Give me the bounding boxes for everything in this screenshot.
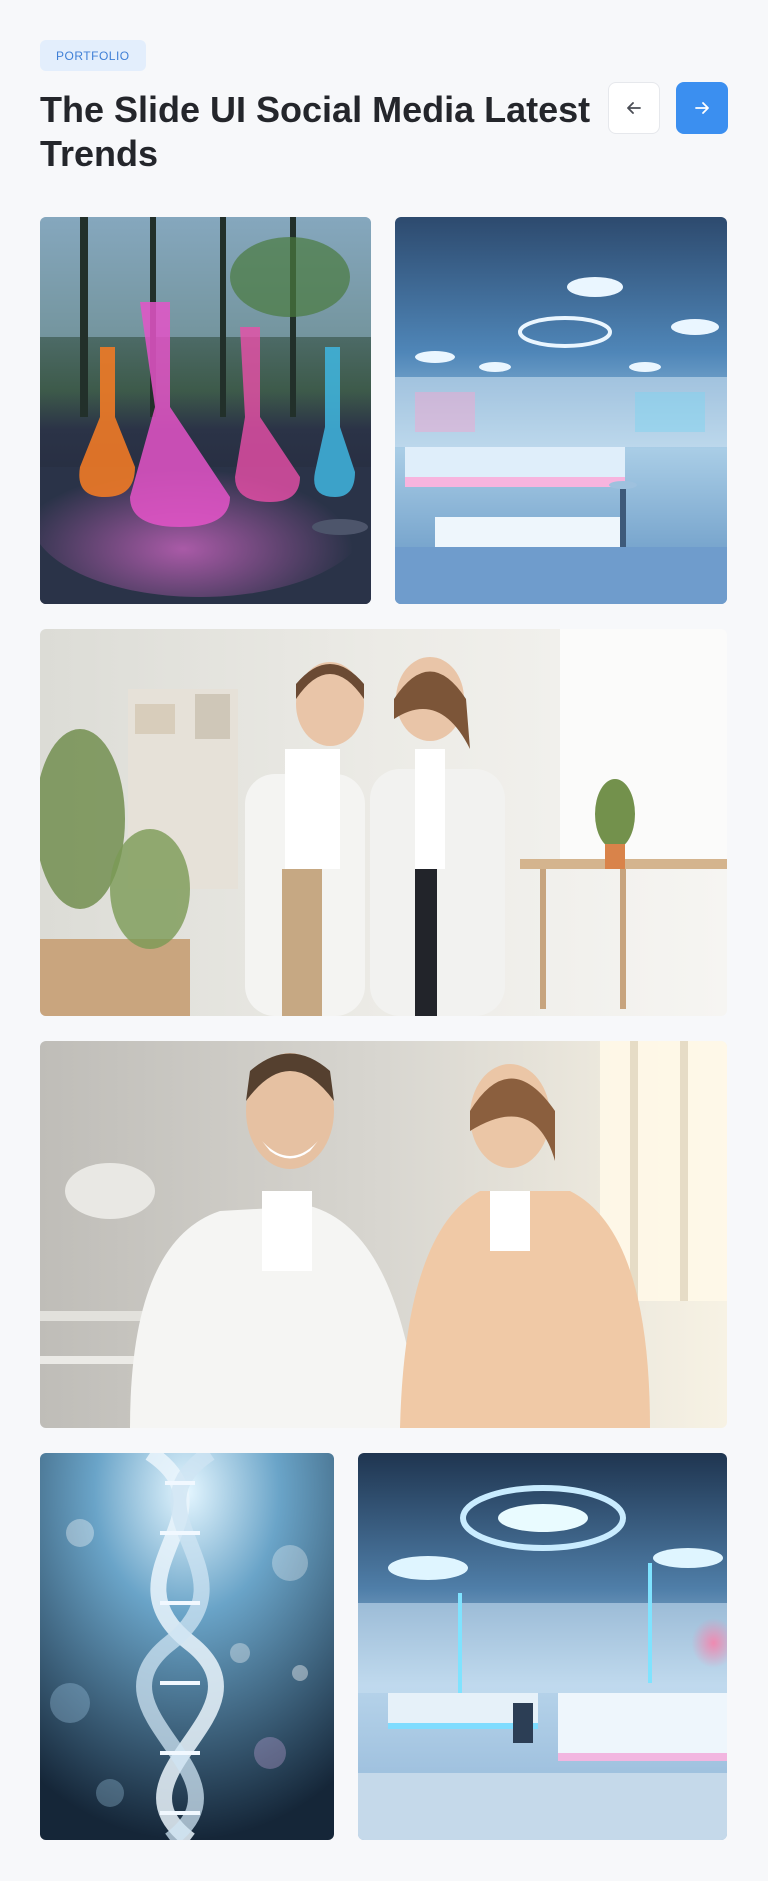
- lab-flasks-image[interactable]: [40, 217, 371, 604]
- portfolio-badge: PORTFOLIO: [40, 40, 146, 71]
- page-title: The Slide UI Social Media Latest Trends: [40, 89, 591, 174]
- next-slide-button[interactable]: [676, 82, 728, 134]
- futuristic-lab-image[interactable]: [395, 217, 727, 604]
- dna-helix-image[interactable]: [40, 1453, 334, 1840]
- arrow-left-icon: [627, 102, 641, 114]
- neon-lab-image[interactable]: [358, 1453, 727, 1840]
- arrow-right-icon: [695, 102, 709, 114]
- smiling-scientists-image[interactable]: [40, 1041, 727, 1428]
- two-scientists-image[interactable]: [40, 629, 727, 1016]
- prev-slide-button[interactable]: [608, 82, 660, 134]
